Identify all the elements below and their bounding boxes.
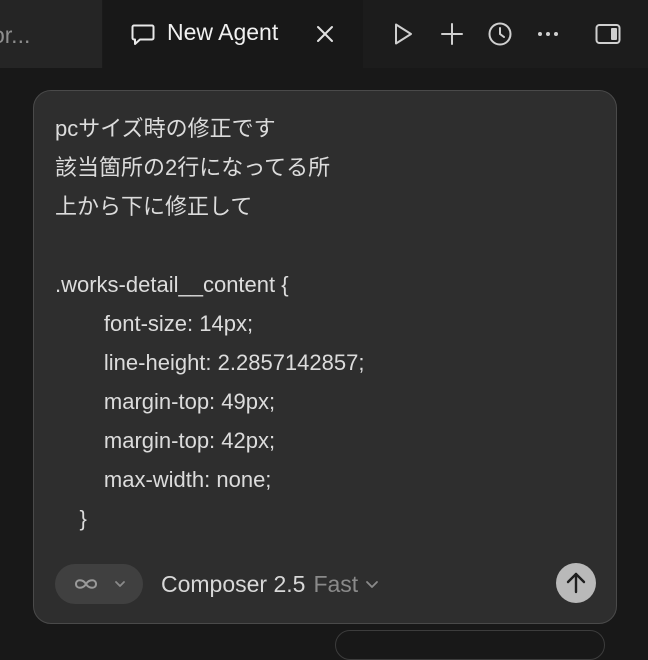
model-speed: Fast [313,570,359,597]
plus-icon[interactable] [438,20,466,48]
sidebar-toggle-icon[interactable] [594,20,622,48]
model-selector[interactable]: Composer 2.5 Fast [161,567,380,601]
bottom-panel-edge [335,630,605,660]
tab-previous-label: or... [0,22,31,48]
chevron-down-icon [364,576,380,592]
arrow-up-icon [566,572,586,594]
model-name: Composer 2.5 [161,570,306,597]
clock-icon[interactable] [486,20,514,48]
tab-previous[interactable]: or... [0,0,103,68]
close-icon[interactable] [313,22,337,46]
more-icon[interactable] [534,20,562,48]
play-icon[interactable] [389,20,417,48]
prompt-input[interactable]: pcサイズ時の修正です 該当箇所の2行になってる所 上から下に修正して .wor… [55,109,595,538]
agent-composer: pcサイズ時の修正です 該当箇所の2行になってる所 上から下に修正して .wor… [33,90,617,624]
chevron-down-icon [113,577,127,591]
tab-new-agent[interactable]: New Agent [103,0,363,68]
tab-bar: or... New Agent [0,0,648,68]
send-button[interactable] [556,563,596,603]
agent-mode-selector[interactable] [55,564,143,604]
chat-bubble-icon [130,21,156,47]
tab-label: New Agent [167,19,279,45]
infinity-icon [71,574,101,594]
